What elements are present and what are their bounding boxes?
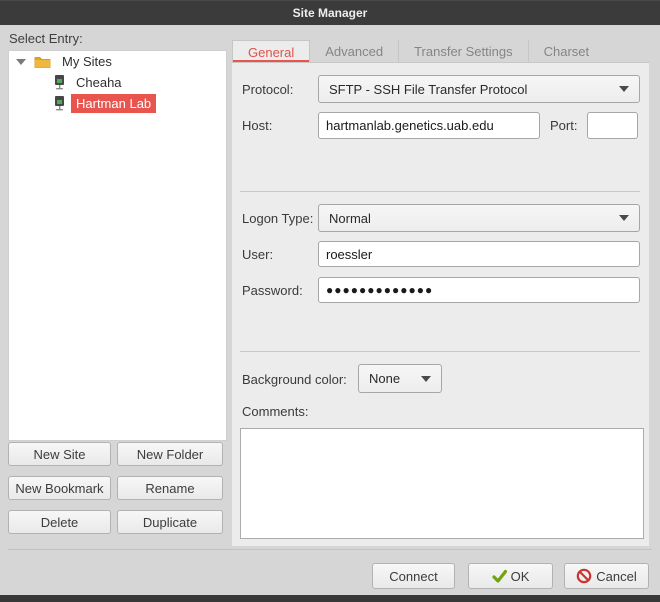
server-icon: [54, 75, 65, 90]
password-input[interactable]: ●●●●●●●●●●●●●: [318, 277, 640, 303]
cancel-icon: [576, 568, 592, 584]
tree-item-label[interactable]: My Sites: [57, 52, 117, 71]
cancel-button-label: Cancel: [596, 569, 636, 584]
logon-type-value: Normal: [329, 211, 371, 226]
comments-label: Comments:: [242, 404, 308, 419]
dialog-body: Select Entry: My Sites: [0, 25, 660, 595]
connect-button[interactable]: Connect: [372, 563, 455, 589]
general-tab-panel: Protocol: SFTP - SSH File Transfer Proto…: [232, 62, 649, 546]
site-tree[interactable]: My Sites Cheaha: [8, 50, 227, 441]
window-title: Site Manager: [293, 6, 368, 20]
password-label: Password:: [242, 283, 303, 298]
protocol-label: Protocol:: [242, 82, 293, 97]
host-label: Host:: [242, 118, 272, 133]
tab-charset[interactable]: Charset: [529, 40, 605, 63]
tree-item-my-sites[interactable]: My Sites: [9, 51, 226, 72]
background-color-dropdown[interactable]: None: [358, 364, 442, 393]
notebook-tabs: General Advanced Transfer Settings Chars…: [232, 40, 604, 63]
ok-button-label: OK: [511, 569, 530, 584]
protocol-value: SFTP - SSH File Transfer Protocol: [329, 82, 527, 97]
titlebar[interactable]: Site Manager: [0, 0, 660, 25]
protocol-dropdown[interactable]: SFTP - SSH File Transfer Protocol: [318, 75, 640, 103]
tree-item-label-selected[interactable]: Hartman Lab: [71, 94, 156, 113]
tab-general[interactable]: General: [232, 40, 310, 63]
background-color-value: None: [369, 371, 400, 386]
chevron-down-icon[interactable]: [16, 59, 26, 65]
user-label: User:: [242, 247, 273, 262]
host-input[interactable]: [318, 112, 540, 139]
server-icon: [54, 96, 65, 111]
duplicate-button[interactable]: Duplicate: [117, 510, 223, 534]
comments-textarea[interactable]: [240, 428, 644, 539]
separator: [240, 351, 640, 352]
tree-item-hartman-lab[interactable]: Hartman Lab: [9, 93, 226, 114]
rename-button[interactable]: Rename: [117, 476, 223, 500]
tab-transfer-settings[interactable]: Transfer Settings: [399, 40, 529, 63]
window-bottom-edge: [0, 595, 660, 602]
port-label: Port:: [550, 118, 577, 133]
tree-action-buttons: New Site New Folder New Bookmark Rename …: [8, 442, 224, 534]
folder-icon: [34, 55, 51, 68]
dropdown-arrow-icon: [619, 215, 629, 221]
cancel-button[interactable]: Cancel: [564, 563, 649, 589]
dropdown-arrow-icon: [421, 376, 431, 382]
tree-item-cheaha[interactable]: Cheaha: [9, 72, 226, 93]
background-color-label: Background color:: [242, 372, 347, 387]
ok-button[interactable]: OK: [468, 563, 553, 589]
site-manager-dialog: Site Manager Select Entry: My Sites: [0, 0, 660, 602]
select-entry-label: Select Entry:: [9, 31, 83, 46]
dropdown-arrow-icon: [619, 86, 629, 92]
logon-type-label: Logon Type:: [242, 211, 313, 226]
new-bookmark-button[interactable]: New Bookmark: [8, 476, 111, 500]
tab-advanced[interactable]: Advanced: [310, 40, 399, 63]
port-input[interactable]: [587, 112, 638, 139]
new-folder-button[interactable]: New Folder: [117, 442, 223, 466]
delete-button[interactable]: Delete: [8, 510, 111, 534]
tree-item-label[interactable]: Cheaha: [71, 73, 127, 92]
connect-button-label: Connect: [389, 569, 437, 584]
logon-type-dropdown[interactable]: Normal: [318, 204, 640, 232]
user-input[interactable]: [318, 241, 640, 267]
check-icon: [492, 569, 507, 583]
separator: [240, 191, 640, 192]
new-site-button[interactable]: New Site: [8, 442, 111, 466]
footer-separator: [8, 549, 652, 550]
